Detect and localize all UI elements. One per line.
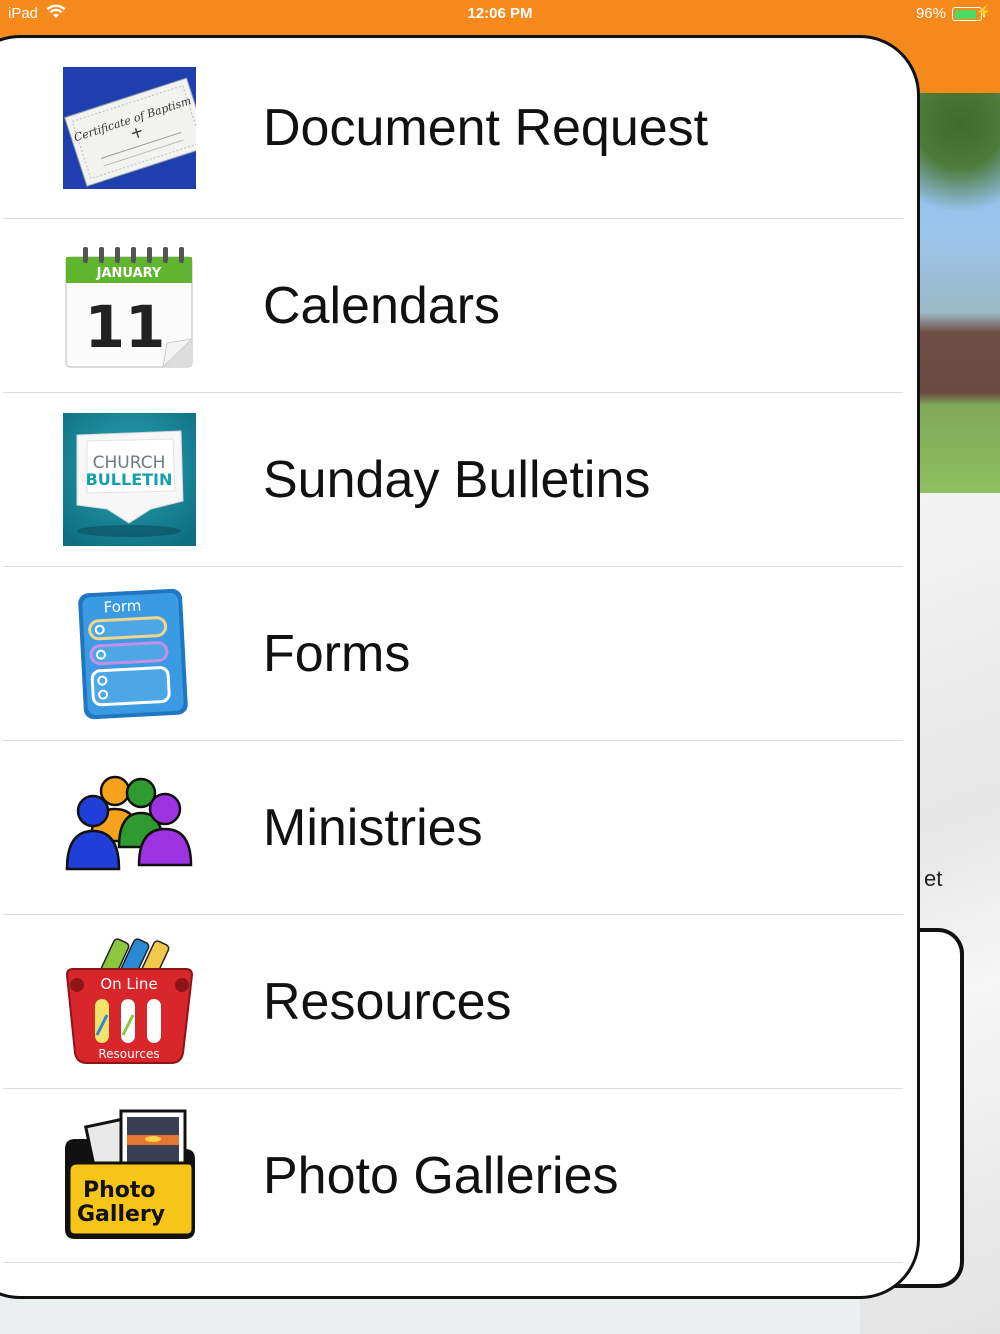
online-resources-basket-icon: On Line Resources (65, 938, 194, 1064)
menu-item-label: Document Request (263, 99, 709, 157)
calendar-month: JANUARY (96, 266, 162, 281)
calendar-icon: JANUARY 11 (65, 247, 194, 369)
menu-item-sunday-bulletins[interactable]: CHURCH BULLETIN Sunday Bulletins (3, 393, 903, 567)
church-bulletin-icon: CHURCH BULLETIN (63, 413, 196, 546)
calendar-day: 11 (85, 293, 166, 361)
menu-item-label: Photo Galleries (263, 1146, 619, 1205)
menu-item-label: Sunday Bulletins (263, 450, 651, 509)
form-title: Form (103, 597, 142, 617)
menu-list: Certificate of Baptism Document Request (3, 38, 903, 1263)
charging-bolt-icon: ⚡ (975, 4, 992, 19)
menu-item-resources[interactable]: On Line Resources Resources (3, 915, 903, 1089)
menu-item-photo-galleries[interactable]: Photo Gallery Photo Galleries (3, 1089, 903, 1263)
bulletin-word-bulletin: BULLETIN (86, 470, 173, 489)
menu-item-label: Ministries (263, 798, 483, 857)
menu-item-forms[interactable]: Form Forms (3, 567, 903, 741)
photo-gallery-word-photo: Photo (83, 1178, 156, 1203)
photo-gallery-folder-icon: Photo Gallery (65, 1109, 195, 1239)
menu-item-label: Forms (263, 624, 411, 683)
menu-item-calendars[interactable]: JANUARY 11 Calendars (3, 219, 903, 393)
partial-background-text: et (924, 866, 943, 891)
resources-online-text: On Line (100, 975, 157, 993)
tree-foliage (920, 93, 1000, 243)
clock: 12:06 PM (467, 5, 533, 22)
menu-item-ministries[interactable]: Ministries (3, 741, 903, 915)
people-group-icon (65, 775, 193, 871)
menu-item-label: Calendars (263, 276, 501, 335)
baptism-certificate-icon: Certificate of Baptism (63, 67, 196, 189)
menu-item-label: Resources (263, 972, 512, 1031)
form-icon: Form (78, 588, 188, 720)
photo-gallery-word-gallery: Gallery (77, 1202, 165, 1227)
resources-label-text: Resources (98, 1047, 159, 1061)
menu-item-document-request[interactable]: Certificate of Baptism Document Request (3, 38, 903, 219)
battery-percent: 96% (915, 5, 946, 22)
side-menu-panel: Certificate of Baptism Document Request (0, 35, 920, 1299)
